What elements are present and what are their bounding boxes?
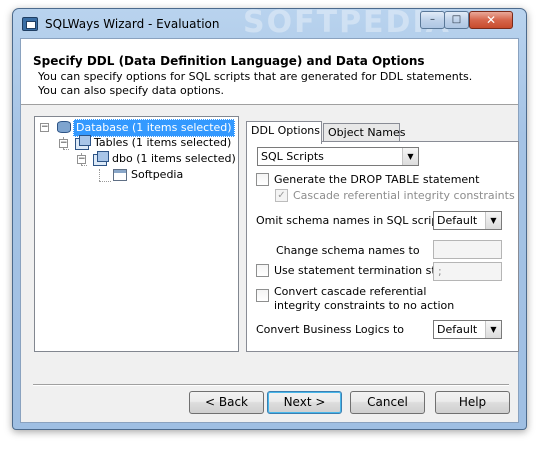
tab-ddl-options[interactable]: DDL Options	[246, 121, 322, 144]
tree-connector	[99, 181, 111, 182]
convert-logic-select[interactable]: Default ▼	[433, 320, 502, 339]
window-title: SQLWays Wizard - Evaluation	[45, 17, 220, 31]
title-bar[interactable]: SQLWays Wizard - Evaluation SOFTPEDIA – …	[13, 5, 526, 40]
page-description: You can specify options for SQL scripts …	[38, 70, 473, 97]
collapse-toggle[interactable]: −	[77, 155, 86, 164]
tree-node-label[interactable]: dbo (1 items selected)	[110, 151, 238, 167]
omit-schema-label: Omit schema names in SQL scripts	[256, 214, 449, 227]
stmt-term-label: Use statement termination string	[274, 264, 458, 277]
cascade-checkbox[interactable]: ✓	[275, 189, 288, 202]
drop-table-label: Generate the DROP TABLE statement	[274, 173, 480, 186]
stmt-term-checkbox[interactable]	[256, 264, 269, 277]
wizard-window: SQLWays Wizard - Evaluation SOFTPEDIA – …	[12, 5, 527, 430]
app-icon	[22, 17, 38, 31]
convert-logic-label: Convert Business Logics to	[256, 323, 405, 336]
close-button[interactable]: ✕	[469, 11, 513, 29]
collapse-toggle[interactable]: −	[40, 123, 49, 132]
chevron-down-icon: ▼	[485, 212, 501, 229]
tree-connector	[81, 165, 87, 166]
script-type-select[interactable]: SQL Scripts ▼	[257, 147, 419, 166]
minimize-button[interactable]: –	[420, 11, 445, 29]
table-icon	[113, 169, 127, 181]
database-icon	[57, 121, 71, 133]
drop-table-checkbox[interactable]	[256, 173, 269, 186]
footer-divider	[33, 384, 509, 386]
ddl-options-panel: SQL Scripts ▼ Generate the DROP TABLE st…	[246, 141, 519, 352]
cascade-label: Cascade referential integrity constraint…	[293, 189, 515, 202]
back-button[interactable]: < Back	[189, 391, 264, 414]
tree-node-label[interactable]: Tables (1 items selected)	[92, 135, 233, 151]
chevron-down-icon: ▼	[485, 321, 501, 338]
convert-cascade-label-line2: integrity constraints to no action	[274, 299, 455, 312]
omit-schema-value: Default	[437, 214, 478, 227]
next-button[interactable]: Next >	[267, 391, 342, 414]
stmt-term-input[interactable]: ;	[433, 262, 502, 281]
tables-icon	[75, 135, 91, 150]
wizard-client-area: Specify DDL (Data Definition Language) a…	[20, 38, 519, 423]
schema-icon	[93, 151, 109, 166]
change-schema-input[interactable]	[433, 240, 502, 259]
script-type-value: SQL Scripts	[261, 150, 324, 163]
maximize-button[interactable]: □	[444, 11, 469, 29]
object-tree[interactable]: − Database (1 items selected) − Tables (…	[34, 116, 239, 352]
convert-cascade-label-line1: Convert cascade referential	[274, 285, 427, 298]
omit-schema-select[interactable]: Default ▼	[433, 211, 502, 230]
convert-cascade-checkbox[interactable]	[256, 289, 269, 302]
tab-object-names[interactable]: Object Names	[323, 123, 406, 143]
wizard-header: Specify DDL (Data Definition Language) a…	[21, 39, 518, 105]
tree-connector	[63, 149, 69, 150]
tree-connector	[99, 169, 100, 181]
help-button[interactable]: Help	[435, 391, 510, 414]
cancel-button[interactable]: Cancel	[350, 391, 425, 414]
page-title: Specify DDL (Data Definition Language) a…	[33, 54, 425, 68]
tree-node-label[interactable]: Softpedia	[129, 167, 185, 183]
change-schema-label: Change schema names to	[276, 244, 420, 257]
convert-logic-value: Default	[437, 323, 478, 336]
collapse-toggle[interactable]: −	[59, 139, 68, 148]
chevron-down-icon: ▼	[402, 148, 418, 165]
